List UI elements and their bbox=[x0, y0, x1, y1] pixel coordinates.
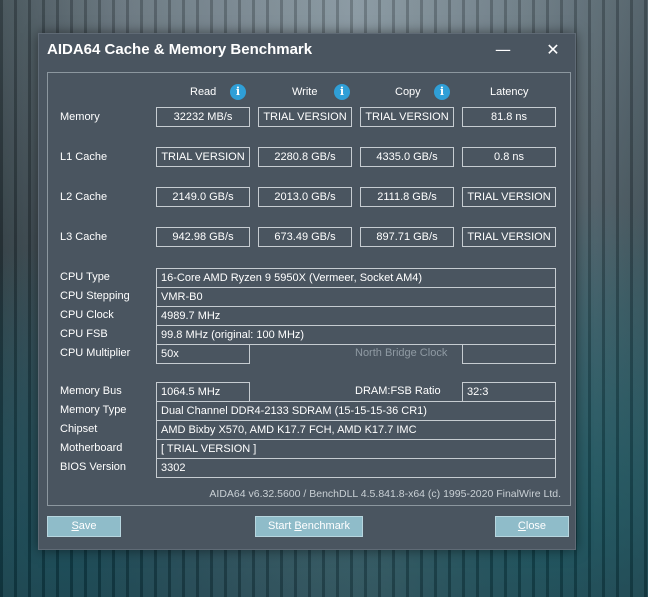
cpu-multiplier-value: 50x bbox=[156, 344, 250, 364]
memory-latency-value: 81.8 ns bbox=[462, 107, 556, 127]
cpu-stepping-value: VMR-B0 bbox=[156, 287, 556, 307]
l1-read-value: TRIAL VERSION bbox=[156, 147, 250, 167]
l3-latency-value: TRIAL VERSION bbox=[462, 227, 556, 247]
cpu-stepping-label: CPU Stepping bbox=[60, 290, 130, 302]
window-title: AIDA64 Cache & Memory Benchmark bbox=[47, 41, 313, 58]
cpu-type-label: CPU Type bbox=[60, 271, 110, 283]
close-button[interactable]: Close bbox=[495, 516, 569, 537]
save-accel: S bbox=[71, 520, 79, 532]
column-header-copy: Copy bbox=[395, 86, 421, 98]
cpu-type-value: 16-Core AMD Ryzen 9 5950X (Vermeer, Sock… bbox=[156, 268, 556, 288]
save-label-rest: ave bbox=[78, 520, 97, 532]
benchmark-window: AIDA64 Cache & Memory Benchmark — ✕ Read… bbox=[38, 33, 576, 550]
cpu-fsb-label: CPU FSB bbox=[60, 328, 108, 340]
start-benchmark-button[interactable]: Start Benchmark bbox=[255, 516, 363, 537]
memory-copy-value: TRIAL VERSION bbox=[360, 107, 454, 127]
l2-latency-value: TRIAL VERSION bbox=[462, 187, 556, 207]
copyright-footer: AIDA64 v6.32.5600 / BenchDLL 4.5.841.8-x… bbox=[209, 488, 561, 500]
l3-read-value: 942.98 GB/s bbox=[156, 227, 250, 247]
cpu-multiplier-label: CPU Multiplier bbox=[60, 347, 131, 359]
memory-read-value: 32232 MB/s bbox=[156, 107, 250, 127]
minimize-button[interactable]: — bbox=[485, 36, 521, 64]
motherboard-label: Motherboard bbox=[60, 442, 123, 454]
memory-bus-value: 1064.5 MHz bbox=[156, 382, 250, 402]
l1-write-value: 2280.8 GB/s bbox=[258, 147, 352, 167]
read-info-icon[interactable]: i bbox=[230, 84, 246, 100]
bios-version-value: 3302 bbox=[156, 458, 556, 478]
column-header-read: Read bbox=[190, 86, 217, 98]
l1-latency-value: 0.8 ns bbox=[462, 147, 556, 167]
start-accel: B bbox=[294, 520, 302, 532]
row-label-l2-cache: L2 Cache bbox=[60, 191, 108, 203]
north-bridge-clock-value bbox=[462, 344, 556, 364]
column-header-latency: Latency bbox=[490, 86, 529, 98]
dram-fsb-ratio-value: 32:3 bbox=[462, 382, 556, 402]
cpu-clock-value: 4989.7 MHz bbox=[156, 306, 556, 326]
l2-read-value: 2149.0 GB/s bbox=[156, 187, 250, 207]
column-header-write: Write bbox=[292, 86, 318, 98]
bios-version-label: BIOS Version bbox=[60, 461, 127, 473]
cpu-clock-label: CPU Clock bbox=[60, 309, 114, 321]
title-bar[interactable]: AIDA64 Cache & Memory Benchmark — ✕ bbox=[39, 34, 575, 68]
motherboard-value: [ TRIAL VERSION ] bbox=[156, 439, 556, 459]
save-button[interactable]: Save bbox=[47, 516, 121, 537]
row-label-l1-cache: L1 Cache bbox=[60, 151, 108, 163]
close-label-rest: lose bbox=[525, 520, 547, 532]
l2-copy-value: 2111.8 GB/s bbox=[360, 187, 454, 207]
l3-write-value: 673.49 GB/s bbox=[258, 227, 352, 247]
start-label-first: Start bbox=[268, 520, 295, 532]
cpu-fsb-value: 99.8 MHz (original: 100 MHz) bbox=[156, 325, 556, 345]
start-label-rest: enchmark bbox=[301, 520, 350, 532]
chipset-label: Chipset bbox=[60, 423, 98, 435]
memory-bus-label: Memory Bus bbox=[60, 385, 122, 397]
l2-write-value: 2013.0 GB/s bbox=[258, 187, 352, 207]
dram-fsb-ratio-label: DRAM:FSB Ratio bbox=[355, 385, 441, 397]
row-label-memory: Memory bbox=[60, 111, 100, 123]
chipset-value: AMD Bixby X570, AMD K17.7 FCH, AMD K17.7… bbox=[156, 420, 556, 440]
l1-copy-value: 4335.0 GB/s bbox=[360, 147, 454, 167]
close-accel: C bbox=[517, 520, 526, 532]
write-info-icon[interactable]: i bbox=[334, 84, 350, 100]
row-label-l3-cache: L3 Cache bbox=[60, 231, 108, 243]
memory-type-label: Memory Type bbox=[60, 404, 127, 416]
north-bridge-clock-label: North Bridge Clock bbox=[355, 347, 448, 359]
copy-info-icon[interactable]: i bbox=[434, 84, 450, 100]
memory-write-value: TRIAL VERSION bbox=[258, 107, 352, 127]
memory-type-value: Dual Channel DDR4-2133 SDRAM (15-15-15-3… bbox=[156, 401, 556, 421]
l3-copy-value: 897.71 GB/s bbox=[360, 227, 454, 247]
results-panel: Read i Write i Copy i Latency Memory 322… bbox=[47, 72, 571, 506]
close-window-button[interactable]: ✕ bbox=[535, 36, 571, 64]
